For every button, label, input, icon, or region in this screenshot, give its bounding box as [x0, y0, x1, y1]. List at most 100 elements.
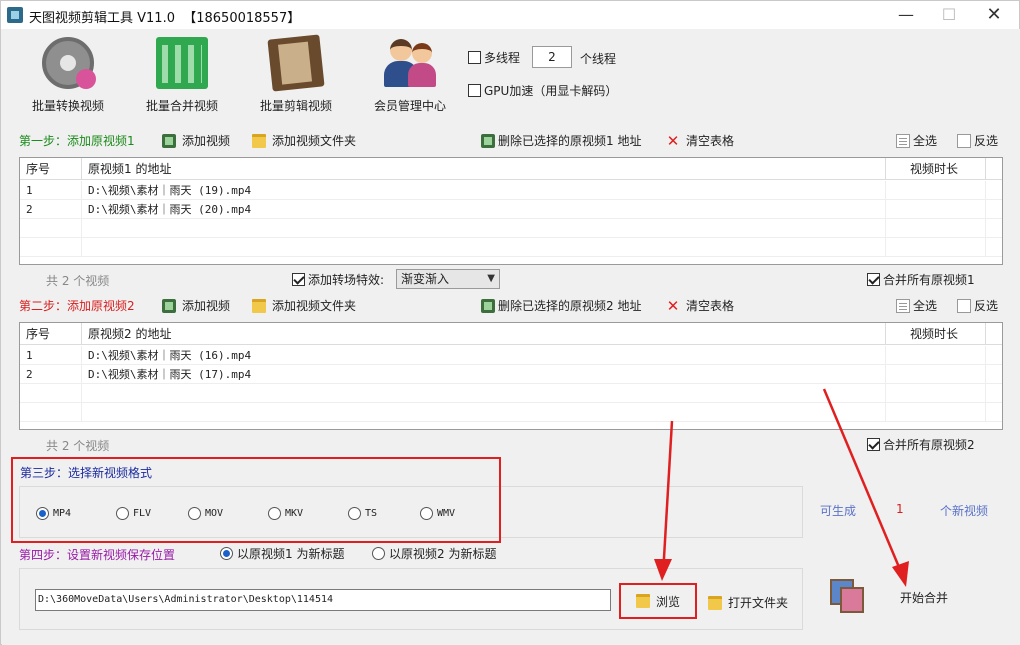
title-option-1-radio[interactable]: 以原视频1 为新标题: [220, 545, 344, 562]
table-row[interactable]: 1 D:\视频\素材｜雨天 (19).mp4: [20, 181, 1002, 200]
row-index: 1: [20, 346, 82, 365]
document-icon: [896, 298, 910, 313]
batch-merge-button[interactable]: 批量合并视频: [132, 37, 232, 114]
step2-add-folder-button[interactable]: 添加视频文件夹: [252, 297, 356, 314]
step1-count: 共 2 个视频: [46, 274, 110, 288]
multithread-box[interactable]: [468, 51, 481, 64]
step1-clear-label: 清空表格: [686, 134, 735, 148]
new-videos-label: 个新视频: [940, 504, 989, 518]
gpu-label: GPU加速（用显卡解码）: [484, 84, 618, 98]
table-header: 序号 原视频1 的地址 视频时长: [20, 158, 1002, 180]
step2-add-folder-label: 添加视频文件夹: [272, 299, 357, 313]
chevron-down-icon: ▼: [487, 273, 495, 284]
step2-delete-label: 删除已选择的原视频2 地址: [498, 299, 642, 313]
batch-edit-button[interactable]: 批量剪辑视频: [246, 34, 346, 114]
thread-count-input[interactable]: 2: [532, 46, 572, 68]
row-duration: [886, 200, 986, 219]
multithread-label: 多线程: [484, 51, 521, 65]
step1-select-all-button[interactable]: 全选: [896, 132, 937, 149]
step1-delete-label: 删除已选择的原视频1 地址: [498, 134, 642, 148]
step2-add-video-button[interactable]: 添加视频: [162, 297, 230, 314]
window-title: 天图视频剪辑工具 V11.0 【18650018557】: [29, 11, 301, 26]
step2-select-all-button[interactable]: 全选: [896, 297, 937, 314]
step2-select-all-label: 全选: [913, 299, 938, 313]
step1-add-folder-button[interactable]: 添加视频文件夹: [252, 132, 356, 149]
gpu-box[interactable]: [468, 84, 481, 97]
column-header-duration[interactable]: 视频时长: [886, 158, 986, 180]
step1-invert-button[interactable]: 反选: [957, 132, 998, 149]
table-row-empty: [20, 219, 1002, 238]
step1-add-folder-label: 添加视频文件夹: [272, 134, 357, 148]
column-header-path[interactable]: 原视频2 的地址: [82, 323, 886, 345]
browse-label: 浏览: [655, 594, 680, 609]
table-row[interactable]: 2 D:\视频\素材｜雨天 (20).mp4: [20, 200, 1002, 219]
step2-clear-button[interactable]: ✕ 清空表格: [666, 297, 734, 314]
step4-title: 第四步：设置新视频保存位置: [19, 548, 176, 562]
merge-all-1-box[interactable]: [867, 273, 880, 286]
title-option-2-label: 以原视频2 为新标题: [389, 547, 497, 561]
step1-invert-label: 反选: [974, 134, 999, 148]
app-icon: [7, 7, 23, 23]
column-header-index[interactable]: 序号: [20, 323, 82, 345]
film-icon: [481, 298, 495, 313]
table-row[interactable]: 2 D:\视频\素材｜雨天 (17).mp4: [20, 365, 1002, 384]
minimize-button[interactable]: —: [883, 1, 929, 29]
column-header-duration[interactable]: 视频时长: [886, 323, 986, 345]
step1-add-video-label: 添加视频: [182, 134, 231, 148]
radio-icon: [372, 547, 385, 560]
thread-unit-label: 个线程: [580, 52, 617, 66]
start-merge-button[interactable]: 开始合并: [900, 589, 948, 606]
main-client: 批量转换视频 批量合并视频 批量剪辑视频 会员管理中心 多线程 2 个线程 GP…: [2, 29, 1020, 645]
step1-title: 第一步：添加原视频1: [19, 134, 135, 148]
save-path-input[interactable]: D:\360MoveData\Users\Administrator\Deskt…: [35, 589, 611, 611]
step1-delete-button[interactable]: 删除已选择的原视频1 地址: [481, 132, 641, 149]
row-index: 1: [20, 181, 82, 200]
title-option-2-radio[interactable]: 以原视频2 为新标题: [372, 545, 496, 562]
table-row[interactable]: 1 D:\视频\素材｜雨天 (16).mp4: [20, 346, 1002, 365]
row-duration: [886, 346, 986, 365]
step2-invert-button[interactable]: 反选: [957, 297, 998, 314]
gpu-checkbox[interactable]: GPU加速（用显卡解码）: [468, 82, 617, 99]
browse-button[interactable]: 浏览: [619, 583, 697, 619]
row-index: 2: [20, 200, 82, 219]
batch-convert-button[interactable]: 批量转换视频: [18, 37, 118, 114]
open-folder-button[interactable]: 打开文件夹: [708, 594, 788, 611]
step2-title: 第二步：添加原视频2: [19, 299, 135, 313]
title-bar: 天图视频剪辑工具 V11.0 【18650018557】 — ☐ ✕: [1, 1, 1019, 29]
title-option-1-label: 以原视频1 为新标题: [237, 547, 345, 561]
merge-all-2-box[interactable]: [867, 438, 880, 451]
row-path: D:\视频\素材｜雨天 (20).mp4: [82, 200, 886, 219]
transition-select[interactable]: 渐变渐入 ▼: [396, 269, 500, 289]
batch-edit-label: 批量剪辑视频: [259, 99, 332, 113]
transition-value: 渐变渐入: [401, 272, 450, 286]
film-reel-icon: [42, 37, 96, 89]
table-header: 序号 原视频2 的地址 视频时长: [20, 323, 1002, 345]
step1-video-table[interactable]: 序号 原视频1 的地址 视频时长 1 D:\视频\素材｜雨天 (19).mp4 …: [19, 157, 1003, 265]
row-index: 2: [20, 365, 82, 384]
merge-all-2-checkbox[interactable]: 合并所有原视频2: [867, 436, 975, 453]
multithread-checkbox[interactable]: 多线程: [468, 49, 520, 66]
merge-grid-icon: [156, 37, 208, 89]
folder-icon: [708, 595, 722, 610]
folder-icon: [252, 133, 266, 148]
transition-box[interactable]: [292, 273, 305, 286]
column-header-index[interactable]: 序号: [20, 158, 82, 180]
step1-clear-button[interactable]: ✕ 清空表格: [666, 132, 734, 149]
member-center-button[interactable]: 会员管理中心: [360, 37, 460, 114]
row-path: D:\视频\素材｜雨天 (17).mp4: [82, 365, 886, 384]
step2-video-table[interactable]: 序号 原视频2 的地址 视频时长 1 D:\视频\素材｜雨天 (16).mp4 …: [19, 322, 1003, 430]
maximize-button[interactable]: ☐: [926, 1, 972, 29]
row-duration: [886, 365, 986, 384]
merge-all-1-label: 合并所有原视频1: [883, 273, 975, 287]
arrowhead-start: [892, 561, 909, 587]
document-icon: [896, 133, 910, 148]
step2-add-video-label: 添加视频: [182, 299, 231, 313]
users-icon: [384, 37, 436, 89]
merge-all-1-checkbox[interactable]: 合并所有原视频1: [867, 271, 975, 288]
close-button[interactable]: ✕: [971, 1, 1017, 29]
step1-select-all-label: 全选: [913, 134, 938, 148]
step2-delete-button[interactable]: 删除已选择的原视频2 地址: [481, 297, 641, 314]
transition-checkbox[interactable]: 添加转场特效:: [292, 271, 384, 288]
step1-add-video-button[interactable]: 添加视频: [162, 132, 230, 149]
column-header-path[interactable]: 原视频1 的地址: [82, 158, 886, 180]
